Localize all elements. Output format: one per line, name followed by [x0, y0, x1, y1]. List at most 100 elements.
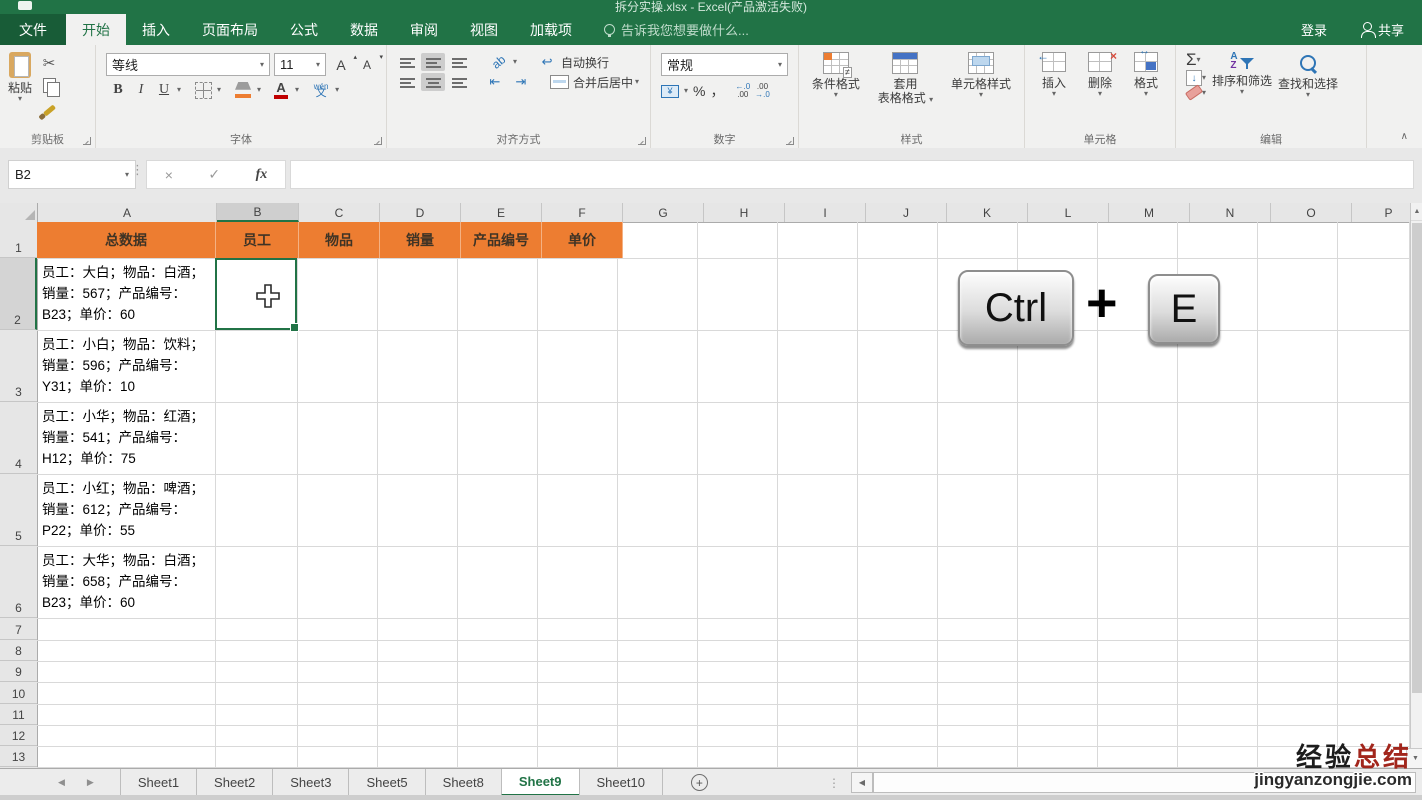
clipboard-dialog-launcher[interactable]: [83, 137, 91, 145]
col-header-D[interactable]: D: [380, 203, 461, 222]
sheet-tab-sheet2[interactable]: Sheet2: [196, 769, 272, 796]
phonetic-caret[interactable]: ▾: [335, 86, 339, 94]
sheet-tab-sheet9-active[interactable]: Sheet9: [500, 769, 579, 796]
sheet-tab-sheet1[interactable]: Sheet1: [119, 769, 196, 796]
currency-button[interactable]: ¥: [661, 84, 679, 98]
select-all-corner[interactable]: [0, 203, 38, 222]
row-header-11[interactable]: 11: [0, 704, 37, 725]
cell-D1[interactable]: 销量: [380, 222, 461, 258]
merge-center-caret[interactable]: ▾: [635, 78, 639, 86]
sign-in-button[interactable]: 登录: [1283, 20, 1345, 39]
row-header-3[interactable]: 3: [0, 330, 37, 402]
tab-insert[interactable]: 插入: [126, 14, 186, 45]
copy-button[interactable]: [38, 75, 60, 97]
col-header-K[interactable]: K: [947, 203, 1028, 222]
number-dialog-launcher[interactable]: [786, 137, 794, 145]
font-color-caret[interactable]: ▾: [295, 86, 299, 94]
col-header-H[interactable]: H: [704, 203, 785, 222]
col-header-A[interactable]: A: [38, 203, 217, 222]
col-header-C[interactable]: C: [299, 203, 380, 222]
orientation-button[interactable]: ab: [487, 52, 511, 71]
cell-A4[interactable]: 员工：小华；物品：红酒；销量：541；产品编号：H12；单价：75: [37, 402, 215, 474]
wrap-text-button[interactable]: 自动换行: [561, 54, 609, 71]
cell-A6[interactable]: 员工：大华；物品：白酒；销量：658；产品编号：B23；单价：60: [37, 546, 215, 618]
italic-button[interactable]: I: [131, 80, 151, 100]
cell-A1[interactable]: 总数据: [37, 222, 216, 258]
format-painter-button[interactable]: [38, 97, 60, 117]
align-right-button[interactable]: [447, 73, 471, 91]
merge-center-icon-btn[interactable]: [547, 73, 571, 91]
hscroll-left-arrow[interactable]: ◀: [850, 772, 873, 793]
currency-caret[interactable]: ▾: [684, 87, 688, 95]
borders-button[interactable]: [192, 80, 214, 100]
vertical-scroll-thumb[interactable]: [1412, 223, 1422, 693]
font-size-select[interactable]: 11 ▾: [274, 53, 326, 76]
row-header-8[interactable]: 8: [0, 640, 37, 661]
sheet-tab-sheet3[interactable]: Sheet3: [272, 769, 348, 796]
new-sheet-button[interactable]: +: [690, 774, 708, 791]
cancel-button[interactable]: ×: [165, 167, 173, 183]
row-header-2[interactable]: 2: [0, 258, 37, 330]
row-header-9[interactable]: 9: [0, 661, 37, 682]
decrease-font-button[interactable]: A: [356, 53, 383, 75]
increase-font-button[interactable]: A: [330, 53, 357, 75]
cell-A5[interactable]: 员工：小红；物品：啤酒；销量：612；产品编号：P22；单价：55: [37, 474, 215, 546]
sort-filter-button[interactable]: AZ 排序和筛选 ▾: [1212, 45, 1272, 99]
align-top-button[interactable]: [395, 53, 419, 71]
merge-center-button[interactable]: 合并后居中: [573, 74, 633, 91]
cell-A3[interactable]: 员工：小白；物品：饮料；销量：596；产品编号：Y31；单价：10: [37, 330, 215, 402]
row-header-12[interactable]: 12: [0, 725, 37, 746]
dropdown-caret[interactable]: ▾: [18, 95, 22, 103]
col-header-G[interactable]: G: [623, 203, 704, 222]
row-header-1[interactable]: 1: [0, 222, 37, 258]
tab-home[interactable]: 开始: [66, 14, 126, 45]
name-box[interactable]: B2 ▾: [8, 160, 136, 189]
number-format-select[interactable]: 常规 ▾: [661, 53, 788, 76]
enter-button[interactable]: ✓: [208, 166, 220, 183]
fill-button[interactable]: ↓ ▾: [1186, 70, 1206, 86]
col-header-N[interactable]: N: [1190, 203, 1271, 222]
tabbar-splitter[interactable]: ⋮: [828, 776, 840, 790]
tell-me-box[interactable]: 告诉我您想要做什么...: [604, 14, 749, 45]
tab-review[interactable]: 审阅: [394, 14, 454, 45]
fill-color-caret[interactable]: ▾: [257, 86, 261, 94]
sheet-tab-sheet5[interactable]: Sheet5: [348, 769, 424, 796]
align-left-button[interactable]: [395, 73, 419, 91]
decrease-decimal-button[interactable]: .00 →.0: [755, 83, 770, 99]
find-select-button[interactable]: 查找和选择 ▾: [1278, 45, 1338, 99]
col-header-M[interactable]: M: [1109, 203, 1190, 222]
font-name-select[interactable]: 等线 ▾: [106, 53, 270, 76]
tab-page-layout[interactable]: 页面布局: [186, 14, 274, 45]
align-middle-button[interactable]: [421, 53, 445, 71]
comma-button[interactable]: ，: [710, 81, 724, 101]
phonetic-button[interactable]: wén 文: [310, 80, 332, 100]
increase-decimal-button[interactable]: ←.0 .00: [735, 83, 750, 99]
clear-button[interactable]: ▾: [1184, 84, 1206, 101]
font-color-button[interactable]: A: [270, 80, 292, 100]
decrease-indent-button[interactable]: ⇤: [483, 73, 507, 91]
font-dialog-launcher[interactable]: [374, 137, 382, 145]
row-header-7[interactable]: 7: [0, 618, 37, 640]
align-center-button[interactable]: [421, 73, 445, 91]
row-header-5[interactable]: 5: [0, 474, 37, 546]
cell-F1[interactable]: 单价: [542, 222, 623, 258]
autosum-button[interactable]: Σ ▾: [1186, 51, 1206, 68]
wrap-text-icon-btn[interactable]: ↩: [535, 53, 559, 71]
sheet-tab-sheet10[interactable]: Sheet10: [578, 769, 663, 796]
col-header-B[interactable]: B: [217, 203, 299, 222]
row-header-10[interactable]: 10: [0, 682, 37, 704]
col-header-J[interactable]: J: [866, 203, 947, 222]
sheet-nav-next[interactable]: ▶: [87, 777, 94, 788]
row-header-13[interactable]: 13: [0, 746, 37, 767]
cell-E1[interactable]: 产品编号: [461, 222, 542, 258]
tab-data[interactable]: 数据: [334, 14, 394, 45]
tab-formulas[interactable]: 公式: [274, 14, 334, 45]
cut-button[interactable]: ✂: [38, 53, 60, 73]
tab-view[interactable]: 视图: [454, 14, 514, 45]
cell-A2[interactable]: 员工：大白；物品：白酒；销量：567；产品编号：B23；单价：60: [37, 258, 215, 330]
vertical-scrollbar[interactable]: ▲ ▼: [1406, 203, 1422, 769]
share-button[interactable]: 共享: [1345, 20, 1422, 39]
paste-button[interactable]: 粘贴 ▾: [8, 45, 32, 117]
borders-caret[interactable]: ▾: [217, 86, 221, 94]
row-header-6[interactable]: 6: [0, 546, 37, 618]
